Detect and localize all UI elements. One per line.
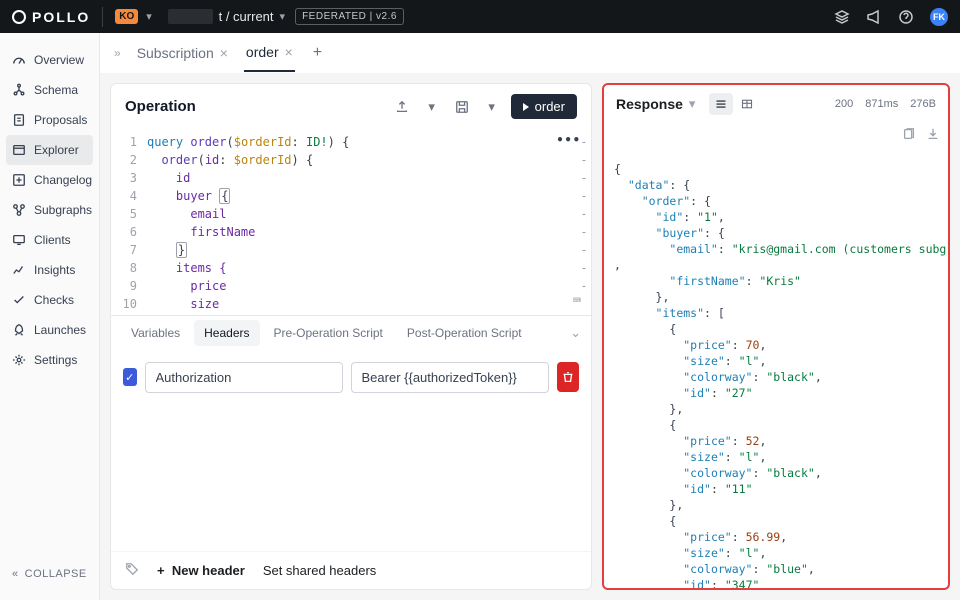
response-time: 871ms [865,98,898,110]
topbar: POLLO KO ▾ ████ t / current ▾ FEDERATED … [0,0,960,33]
sidebar-item-insights[interactable]: Insights [0,255,99,285]
json-view-button[interactable] [709,93,733,115]
announcements-icon[interactable] [866,9,882,25]
sidebar-item-proposals[interactable]: Proposals [0,105,99,135]
chevron-down-icon[interactable]: ▾ [689,96,696,112]
chevron-down-icon[interactable]: ▾ [421,96,443,118]
schema-icon [12,83,26,97]
sidebar-item-changelog[interactable]: Changelog [0,165,99,195]
subtab-preop[interactable]: Pre-Operation Script [264,316,393,350]
gear-icon [12,353,26,367]
tag-icon[interactable] [125,562,139,579]
apollo-logo[interactable]: POLLO [12,9,90,25]
header-key-input[interactable] [145,362,343,393]
gauge-icon [12,53,26,67]
copy-icon[interactable] [902,127,916,145]
response-body[interactable]: { "data": { "order": { "id": "1", "buyer… [604,123,948,588]
sidebar-item-schema[interactable]: Schema [0,75,99,105]
chevron-down-icon: ▾ [280,10,286,23]
play-icon [523,103,529,111]
response-status: 200 [835,98,853,110]
operation-panel: Operation ▾ ▾ order ••• 1234567891011121… [110,83,592,590]
chevrons-right-icon[interactable]: » [114,46,121,60]
delete-header-button[interactable] [557,362,580,392]
sidebar-item-overview[interactable]: Overview [0,45,99,75]
sidebar-item-clients[interactable]: Clients [0,225,99,255]
close-icon[interactable]: × [285,44,293,60]
help-icon[interactable] [898,9,914,25]
subtab-headers[interactable]: Headers [194,320,259,346]
header-enabled-checkbox[interactable]: ✓ [123,368,137,386]
header-row: ✓ [123,362,579,393]
sidebar-item-launches[interactable]: Launches [0,315,99,345]
download-icon[interactable] [926,127,940,145]
subgraphs-icon [12,203,26,217]
clients-icon [12,233,26,247]
response-panel: Response ▾ 200 871ms 276B { "data": { "o… [602,83,950,590]
sidebar-item-subgraphs[interactable]: Subgraphs [0,195,99,225]
new-header-button[interactable]: + New header [157,563,245,578]
insights-icon [12,263,26,277]
document-icon [12,113,26,127]
code-content[interactable]: query order($orderId: ID!) { order(id: $… [147,133,577,311]
check-icon [12,293,26,307]
response-title: Response [616,96,683,112]
sidebar-item-checks[interactable]: Checks [0,285,99,315]
tab-order[interactable]: order× [244,34,295,72]
request-subtabs: Variables Headers Pre-Operation Script P… [111,315,591,350]
save-icon[interactable] [451,96,473,118]
response-size: 276B [910,98,936,110]
editor-menu-icon[interactable]: ••• [556,133,581,147]
share-icon[interactable] [391,96,413,118]
chevron-down-icon[interactable]: ▾ [146,10,152,23]
federated-badge: FEDERATED | v2.6 [295,8,404,25]
graph-context[interactable]: ████ t / current ▾ [168,9,285,24]
operation-title: Operation [125,98,196,115]
add-tab-button[interactable]: + [313,44,322,62]
sidebar: Overview Schema Proposals Explorer Chang… [0,33,100,600]
header-value-input[interactable] [351,362,549,393]
sidebar-item-explorer[interactable]: Explorer [6,135,93,165]
collapse-sidebar-button[interactable]: « COLLAPSE [0,560,99,588]
org-badge[interactable]: KO [115,9,138,24]
line-gutter: 123456789101112131415 [111,133,147,311]
collapse-icon[interactable]: ⌄ [570,325,581,341]
sidebar-item-settings[interactable]: Settings [0,345,99,375]
chevrons-left-icon: « [12,568,19,580]
explorer-icon [12,143,26,157]
keyboard-icon[interactable]: ⌨ [573,293,581,309]
plus-square-icon [12,173,26,187]
close-icon[interactable]: × [220,45,228,61]
run-operation-button[interactable]: order [511,94,577,119]
headers-panel: ✓ [111,350,591,552]
query-editor[interactable]: ••• 123456789101112131415 query order($o… [111,129,591,315]
subtab-variables[interactable]: Variables [121,316,190,350]
chevron-down-icon[interactable]: ▾ [481,96,503,118]
rocket-icon [12,323,26,337]
tab-subscription[interactable]: Subscription× [135,35,230,71]
user-avatar[interactable]: FK [930,8,948,26]
shared-headers-button[interactable]: Set shared headers [263,563,376,578]
fold-gutter[interactable]: --------- [577,133,591,311]
operation-tabs: » Subscription× order× + [100,33,960,73]
graph-icon[interactable] [834,9,850,25]
subtab-postop[interactable]: Post-Operation Script [397,316,532,350]
table-view-button[interactable] [735,93,759,115]
